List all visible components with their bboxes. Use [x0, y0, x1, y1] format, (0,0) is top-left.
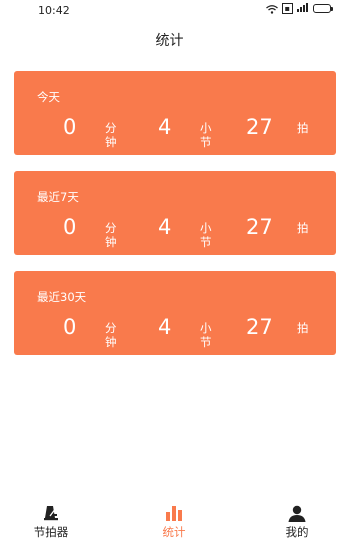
minutes-unit: 分钟 — [105, 221, 117, 249]
tab-label-metronome: 节拍器 — [33, 525, 69, 539]
user-icon — [288, 505, 306, 526]
bars-value: 4 — [158, 315, 172, 339]
minutes-unit: 分钟 — [105, 321, 117, 349]
sim-card-icon: ▪ — [281, 3, 293, 14]
tab-metronome[interactable]: 节拍器 — [16, 499, 86, 541]
tab-profile[interactable]: 我的 — [262, 499, 332, 541]
bars-unit: 小节 — [200, 321, 212, 349]
bars-unit: 小节 — [200, 121, 212, 149]
status-bar: 10:42 ▪ — [0, 0, 339, 22]
beats-value: 27 — [246, 315, 273, 339]
card-title: 最近30天 — [37, 290, 87, 304]
beats-unit: 拍 — [297, 321, 309, 335]
card-title: 最近7天 — [37, 190, 79, 204]
beats-unit: 拍 — [297, 121, 309, 135]
status-time: 10:42 — [38, 4, 70, 17]
metronome-icon — [43, 505, 59, 525]
minutes-value: 0 — [63, 115, 77, 139]
bars-value: 4 — [158, 215, 172, 239]
stats-card-today: 今天 0 分钟 4 小节 27 拍 — [14, 71, 336, 155]
bars-unit: 小节 — [200, 221, 212, 249]
battery-icon — [313, 4, 333, 13]
page-title: 统计 — [155, 33, 184, 49]
beats-value: 27 — [246, 115, 273, 139]
wifi-icon — [265, 4, 278, 14]
bar-chart-icon — [165, 505, 183, 525]
beats-unit: 拍 — [297, 221, 309, 235]
tab-label-profile: 我的 — [285, 525, 309, 539]
stats-card-7days: 最近7天 0 分钟 4 小节 27 拍 — [14, 171, 336, 255]
stats-card-30days: 最近30天 0 分钟 4 小节 27 拍 — [14, 271, 336, 355]
status-icons: ▪ — [265, 3, 333, 14]
tab-label-statistics: 统计 — [162, 525, 186, 539]
signal-icon — [297, 3, 309, 14]
bottom-tab-bar: 节拍器 统计 我的 — [0, 499, 339, 541]
minutes-unit: 分钟 — [105, 121, 117, 149]
card-title: 今天 — [37, 90, 60, 104]
bars-value: 4 — [158, 115, 172, 139]
tab-statistics[interactable]: 统计 — [139, 499, 209, 541]
beats-value: 27 — [246, 215, 273, 239]
minutes-value: 0 — [63, 215, 77, 239]
minutes-value: 0 — [63, 315, 77, 339]
